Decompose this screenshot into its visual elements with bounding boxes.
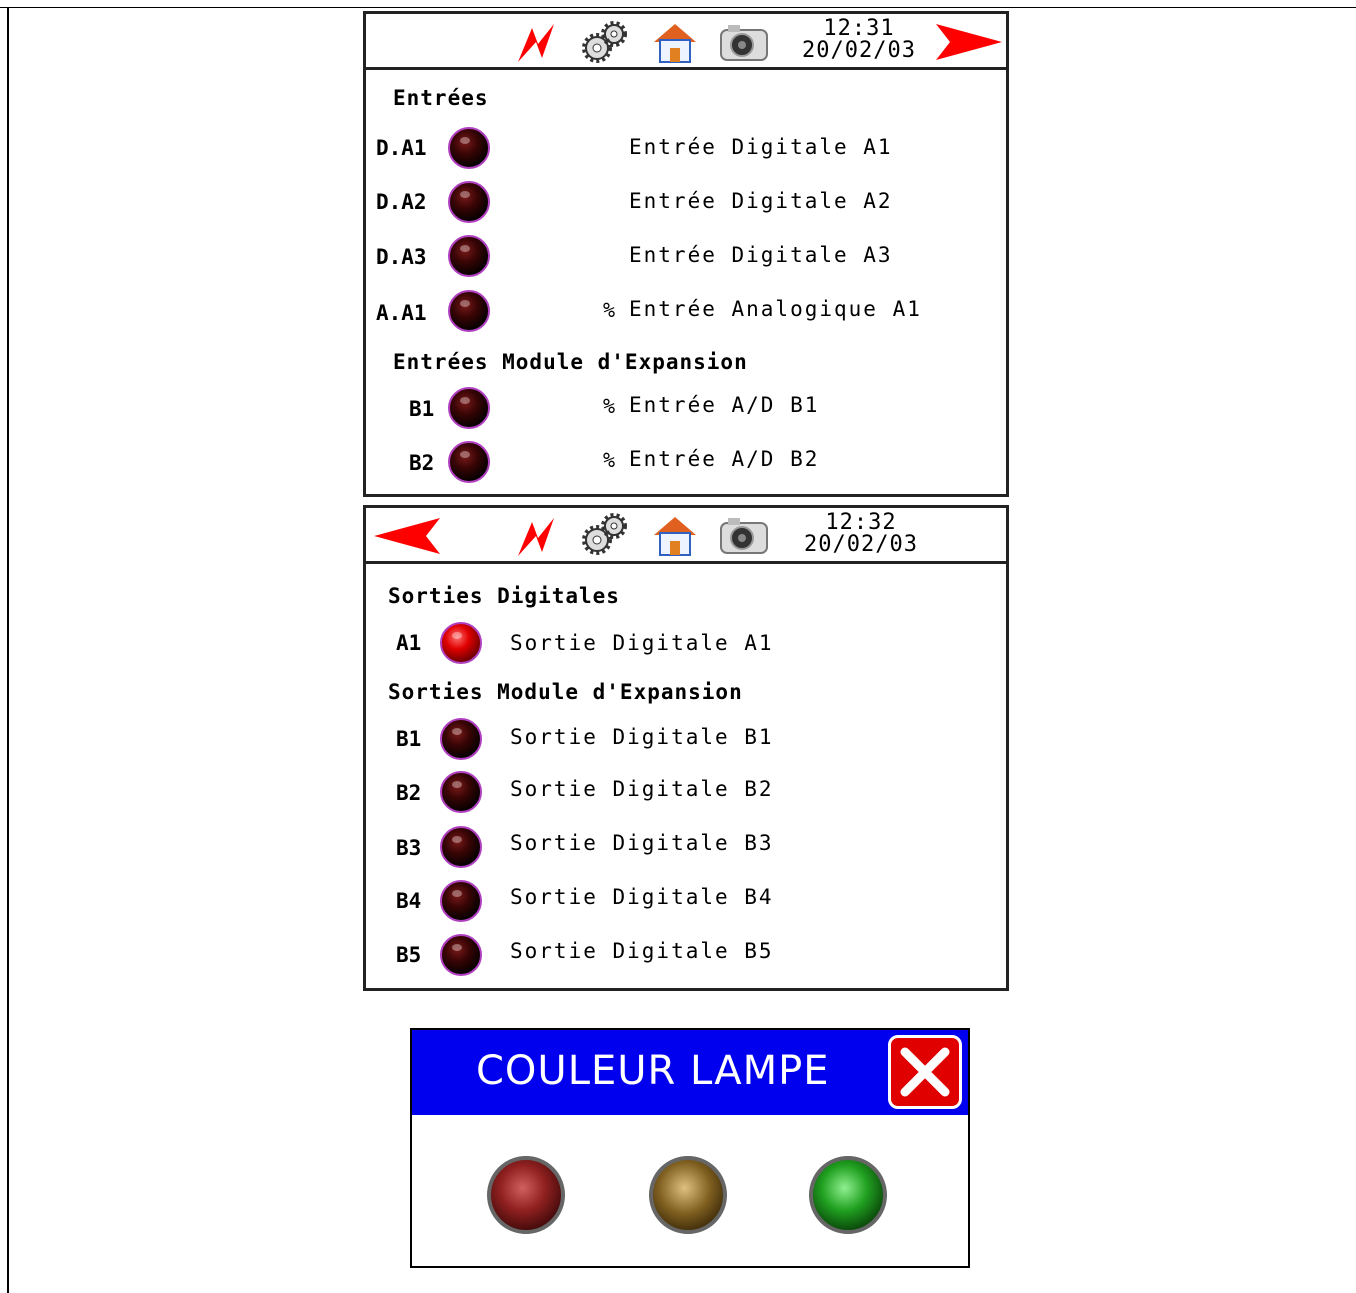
outputs-heading: Sorties Digitales (388, 584, 620, 608)
arrow-right-icon[interactable] (934, 22, 1004, 62)
input-code: B1 (409, 397, 435, 421)
outputs-screen: 12:32 20/02/03 Sorties Digitales A1 Sort… (363, 505, 1009, 991)
input-label: Entrée Digitale A3 (629, 243, 893, 267)
output-label: Sortie Digitale B4 (510, 885, 774, 909)
inputs-heading: Entrées (393, 86, 489, 110)
input-code: D.A2 (376, 190, 427, 214)
input-label: Entrée A/D B2 (629, 447, 820, 471)
camera-icon[interactable] (718, 515, 770, 557)
output-code: B5 (396, 943, 422, 967)
input-led (448, 387, 490, 429)
output-code: B4 (396, 889, 422, 913)
input-led (448, 290, 490, 332)
input-led (448, 127, 490, 169)
input-code: D.A3 (376, 245, 427, 269)
lamp-color-dialog: COULEUR LAMPE (410, 1028, 970, 1268)
lamp-amber-option[interactable] (649, 1156, 727, 1234)
close-button[interactable] (888, 1035, 962, 1109)
frame-top-line (0, 7, 1356, 8)
clock: 12:31 20/02/03 (793, 18, 925, 62)
input-code: D.A1 (376, 136, 427, 160)
output-code: B1 (396, 727, 422, 751)
dialog-title: COULEUR LAMPE (476, 1048, 830, 1094)
inputs-toolbar: 12:31 20/02/03 (366, 14, 1006, 70)
lamp-green-option[interactable] (809, 1156, 887, 1234)
lightning-icon[interactable] (516, 22, 560, 64)
output-code: B3 (396, 836, 422, 860)
output-led[interactable] (440, 718, 482, 760)
input-label: Entrée A/D B1 (629, 393, 820, 417)
frame-left-line (7, 7, 9, 1293)
input-led (448, 181, 490, 223)
clock-time: 12:31 (823, 16, 895, 41)
input-label: Entrée Digitale A1 (629, 135, 893, 159)
outputs-toolbar: 12:32 20/02/03 (366, 508, 1006, 564)
input-led (448, 441, 490, 483)
output-led[interactable] (440, 622, 482, 664)
input-code: A.A1 (376, 301, 427, 325)
output-label: Sortie Digitale A1 (510, 631, 774, 655)
gears-icon[interactable] (580, 20, 630, 64)
output-led[interactable] (440, 771, 482, 813)
output-label: Sortie Digitale B5 (510, 939, 774, 963)
dialog-titlebar: COULEUR LAMPE (412, 1030, 968, 1115)
output-label: Sortie Digitale B3 (510, 831, 774, 855)
output-led[interactable] (440, 880, 482, 922)
gears-icon[interactable] (580, 512, 630, 556)
percent-unit: % (603, 448, 616, 472)
output-led[interactable] (440, 934, 482, 976)
output-code: A1 (396, 631, 422, 655)
input-label: Entrée Analogique A1 (629, 297, 922, 321)
input-code: B2 (409, 451, 435, 475)
output-code: B2 (396, 781, 422, 805)
output-led[interactable] (440, 826, 482, 868)
output-label: Sortie Digitale B2 (510, 777, 774, 801)
output-label: Sortie Digitale B1 (510, 725, 774, 749)
lamp-red-option[interactable] (487, 1156, 565, 1234)
percent-unit: % (603, 394, 616, 418)
clock-date: 20/02/03 (804, 532, 918, 557)
expansion-outputs-heading: Sorties Module d'Expansion (388, 680, 743, 704)
home-icon[interactable] (650, 20, 700, 66)
clock-date: 20/02/03 (802, 38, 916, 63)
lightning-icon[interactable] (516, 516, 560, 558)
input-label: Entrée Digitale A2 (629, 189, 893, 213)
inputs-screen: 12:31 20/02/03 Entrées D.A1 Entrée Digit… (363, 11, 1009, 497)
percent-unit: % (603, 298, 616, 322)
input-led (448, 235, 490, 277)
close-icon (900, 1047, 950, 1097)
clock: 12:32 20/02/03 (795, 512, 927, 556)
arrow-left-icon[interactable] (372, 516, 442, 556)
expansion-inputs-heading: Entrées Module d'Expansion (393, 350, 748, 374)
home-icon[interactable] (650, 513, 700, 559)
camera-icon[interactable] (718, 22, 770, 64)
clock-time: 12:32 (825, 510, 897, 535)
